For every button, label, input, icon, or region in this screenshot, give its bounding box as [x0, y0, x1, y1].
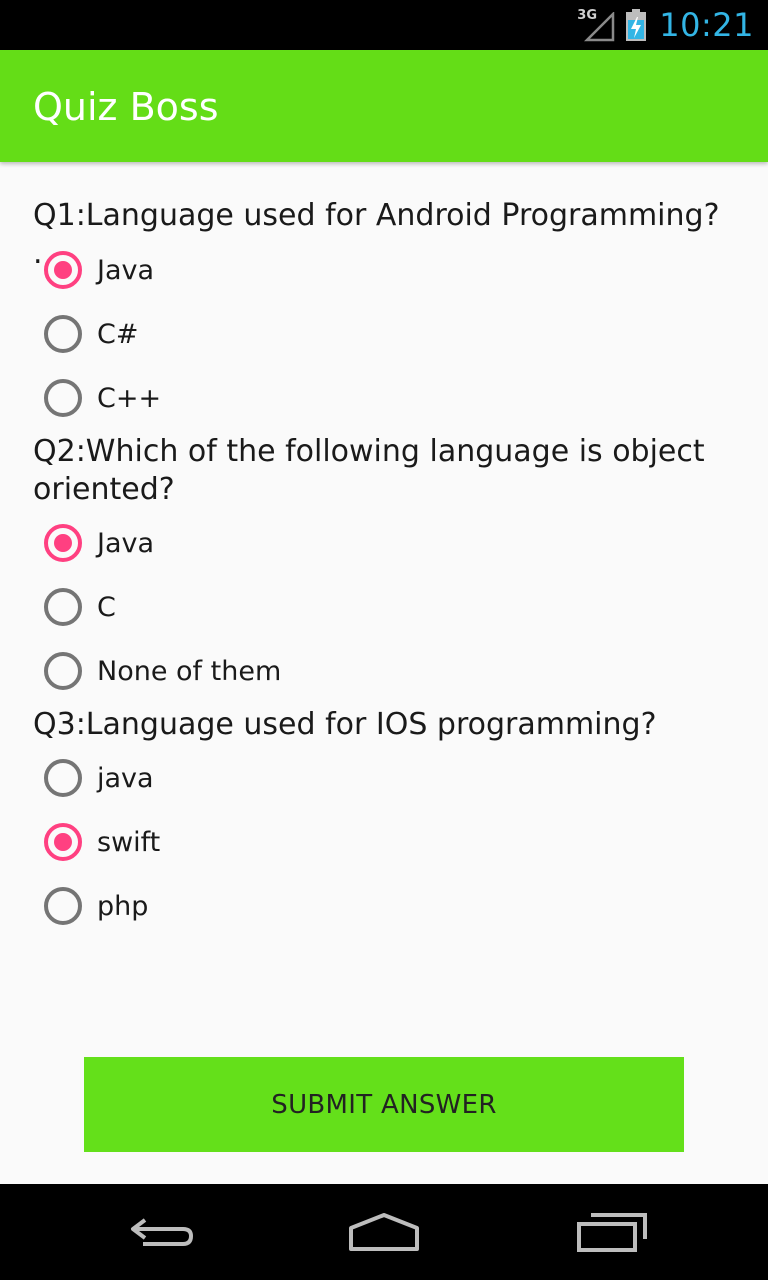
option-label: C++ — [97, 382, 162, 414]
option-label: java — [97, 762, 154, 794]
q1-option-java[interactable]: Java — [44, 248, 154, 292]
recent-apps-icon[interactable] — [572, 1208, 652, 1256]
radio-button-checked[interactable] — [44, 524, 82, 562]
q2-option-c[interactable]: C — [44, 585, 116, 629]
option-label: php — [97, 890, 149, 922]
radio-button[interactable] — [44, 652, 82, 690]
radio-button-checked[interactable] — [44, 823, 82, 861]
navigation-bar — [0, 1184, 768, 1280]
question-3-text: Q3:Language used for IOS programming? — [33, 707, 657, 742]
submit-answer-button[interactable]: SUBMIT ANSWER — [84, 1057, 684, 1152]
q2-option-java[interactable]: Java — [44, 521, 154, 565]
option-label: swift — [97, 826, 161, 858]
battery-icon — [625, 8, 647, 42]
status-indicators: 3G 10:21 — [577, 0, 754, 50]
radio-button[interactable] — [44, 588, 82, 626]
option-label: C — [97, 591, 116, 623]
question-2-text: Q2:Which of the following language is ob… — [33, 434, 705, 507]
radio-button[interactable] — [44, 315, 82, 353]
q1-option-cpp[interactable]: C++ — [44, 376, 161, 420]
app-title: Quiz Boss — [33, 85, 219, 129]
status-bar: 3G 10:21 — [0, 0, 768, 50]
radio-button[interactable] — [44, 759, 82, 797]
option-label: Java — [97, 527, 155, 559]
option-label: None of them — [97, 655, 282, 687]
app-bar: Quiz Boss — [0, 50, 768, 162]
home-icon[interactable] — [344, 1208, 424, 1256]
q1-option-csharp[interactable]: C# — [44, 312, 138, 356]
radio-button-checked[interactable] — [44, 251, 82, 289]
radio-button[interactable] — [44, 379, 82, 417]
q3-option-php[interactable]: php — [44, 884, 148, 928]
radio-button[interactable] — [44, 887, 82, 925]
clock: 10:21 — [659, 6, 754, 44]
back-icon[interactable] — [120, 1208, 200, 1256]
q2-option-none[interactable]: None of them — [44, 649, 281, 693]
option-label: C# — [97, 318, 139, 350]
option-label: Java — [97, 254, 155, 286]
signal-icon: 3G — [577, 8, 615, 42]
q3-option-java[interactable]: java — [44, 756, 154, 800]
q3-option-swift[interactable]: swift — [44, 820, 160, 864]
